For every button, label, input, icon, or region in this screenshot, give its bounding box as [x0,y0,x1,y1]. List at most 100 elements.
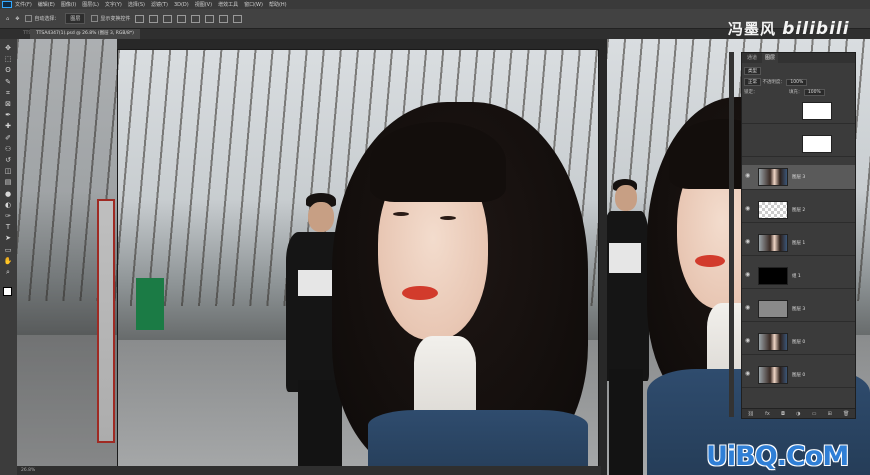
move-icon[interactable]: ✥ [3,45,13,52]
align-top-icon[interactable] [177,14,187,23]
align-left-icon[interactable] [135,14,145,23]
lasso-icon[interactable]: ʘ [3,67,13,74]
adjustment-icon[interactable]: ◑ [796,411,800,417]
stamp-icon[interactable]: ⚇ [3,145,13,153]
foreground-color-swatch[interactable] [3,287,12,296]
menu-plugins[interactable]: 增效工具 [218,1,238,8]
menu-bar: 文件(F) 编辑(E) 图像(I) 图层(L) 文字(Y) 选择(S) 滤镜(T… [0,0,870,9]
blur-icon[interactable]: ● [3,190,13,198]
opacity-label: 不透明度： [762,80,785,85]
blend-mode-select[interactable]: 正常 [744,78,761,86]
align-middle-icon[interactable] [191,14,201,23]
menu-type[interactable]: 文字(Y) [105,1,122,8]
layer-row[interactable] [742,132,855,157]
home-icon[interactable]: ⌂ [6,16,9,22]
mask-icon[interactable]: ◘ [781,411,785,417]
folder-icon[interactable]: ▭ [812,411,817,417]
main-document-canvas[interactable] [117,49,599,475]
visibility-eye-icon[interactable]: ◉ [745,338,751,344]
move-tool-icon[interactable]: ✥ [15,16,19,22]
path-select-icon[interactable]: ➤ [3,235,13,242]
distribute-icon[interactable] [219,14,229,23]
menu-help[interactable]: 帮助(H) [269,1,287,8]
menu-image[interactable]: 图像(I) [61,1,76,8]
tab-layers[interactable]: 图层 [762,53,779,63]
menu-select[interactable]: 选择(S) [128,1,145,8]
layer-filter-kind[interactable]: 类型 [744,67,761,75]
layer-row[interactable] [742,99,855,124]
3d-mode-icon[interactable] [233,14,243,23]
layer-row[interactable]: ◉ 图层 1 [742,231,855,256]
layer-thumbnail [758,267,788,285]
quick-select-icon[interactable]: ✎ [3,78,13,86]
layer-thumbnail [758,201,788,219]
layer-name: 图层 3 [792,307,806,312]
menu-3d[interactable]: 3D(D) [174,2,189,8]
menu-window[interactable]: 窗口(W) [244,1,263,8]
auto-select-dropdown[interactable]: 图层 [65,13,86,24]
transform-controls-label: 显示变换控件 [100,16,131,22]
tab-document-2[interactable]: TTSA4347(1).psd @ 26.8% (图层 3, RGB/8*) [30,29,140,39]
hand-icon[interactable]: ✋ [3,257,13,265]
visibility-eye-icon[interactable]: ◉ [745,173,751,179]
layer-row[interactable]: ◉ 图层 3 [742,165,855,190]
man-head [308,202,334,232]
channel-watermark: 冯墨风 bilibili [728,18,850,39]
layer-row[interactable]: ◉ 图层 0 [742,363,855,388]
layer-name: 图层 2 [792,208,806,213]
visibility-eye-icon[interactable]: ◉ [745,239,751,245]
menu-view[interactable]: 视图(V) [195,1,212,8]
trash-bin [136,278,164,330]
fill-input[interactable]: 100% [803,89,825,96]
type-icon[interactable]: T [3,224,13,231]
menu-file[interactable]: 文件(F) [15,1,32,8]
canvas-scrollbar[interactable] [729,52,734,417]
opacity-input[interactable]: 100% [786,79,808,86]
marquee-icon[interactable]: ⬚ [3,56,13,63]
layer-row[interactable]: ◉ 图层 2 [742,198,855,223]
layer-row[interactable]: ◉ 组 1 [742,264,855,289]
new-layer-icon[interactable]: ⊞ [828,411,832,417]
trash-icon[interactable]: 🗑 [843,411,849,417]
visibility-eye-icon[interactable]: ◉ [745,371,751,377]
zoom-level[interactable]: 26.8% [21,468,35,473]
pen-icon[interactable]: ✑ [3,213,13,220]
shape-icon[interactable]: ▭ [3,246,13,254]
layer-list: ◉ 图层 3 ◉ 图层 2 ◉ 图层 1 ◉ 组 1 ◉ 图层 3 ◉ 图层 0 ◉ 图层 0 [742,99,855,399]
dodge-icon[interactable]: ◐ [3,201,13,209]
brush-icon[interactable]: ✐ [3,134,13,142]
layer-thumbnail [802,135,832,153]
visibility-eye-icon[interactable]: ◉ [745,206,751,212]
layer-thumbnail [758,168,788,186]
layer-name: 组 1 [792,274,801,279]
bilibili-logo: bilibili [782,19,850,39]
history-brush-icon[interactable]: ↺ [3,157,13,164]
eraser-icon[interactable]: ◫ [3,168,13,175]
layer-thumbnail [758,234,788,252]
align-center-icon[interactable] [149,14,159,23]
align-right-icon[interactable] [163,14,173,23]
layer-thumbnail [802,102,832,120]
visibility-eye-icon[interactable]: ◉ [745,305,751,311]
woman-lips [402,286,438,300]
healing-icon[interactable]: ✚ [3,123,13,130]
fx-icon[interactable]: fx [765,411,770,417]
auto-select-checkbox[interactable] [25,15,33,22]
align-bottom-icon[interactable] [205,14,215,23]
eyedropper-icon[interactable]: ✒ [3,112,13,119]
tools-panel: ✥ ⬚ ʘ ✎ ⌗ ⊠ ✒ ✚ ✐ ⚇ ↺ ◫ ▤ ● ◐ ✑ T ➤ ▭ ✋ ⌕ [0,39,17,475]
transform-controls-checkbox[interactable] [91,15,99,22]
photoshop-logo-icon[interactable] [2,1,12,8]
frame-icon[interactable]: ⊠ [3,101,13,108]
gradient-icon[interactable]: ▤ [3,179,13,186]
layer-row[interactable]: ◉ 图层 3 [742,297,855,322]
crop-icon[interactable]: ⌗ [3,89,13,97]
zoom-icon[interactable]: ⌕ [3,269,13,276]
menu-filter[interactable]: 滤镜(T) [151,1,168,8]
layer-row[interactable]: ◉ 图层 0 [742,330,855,355]
menu-layer[interactable]: 图层(L) [82,1,99,8]
visibility-eye-icon[interactable]: ◉ [745,272,751,278]
tab-channels[interactable]: 通道 [744,53,760,63]
link-icon[interactable]: ⛓ [748,411,754,417]
menu-edit[interactable]: 编辑(E) [38,1,55,8]
